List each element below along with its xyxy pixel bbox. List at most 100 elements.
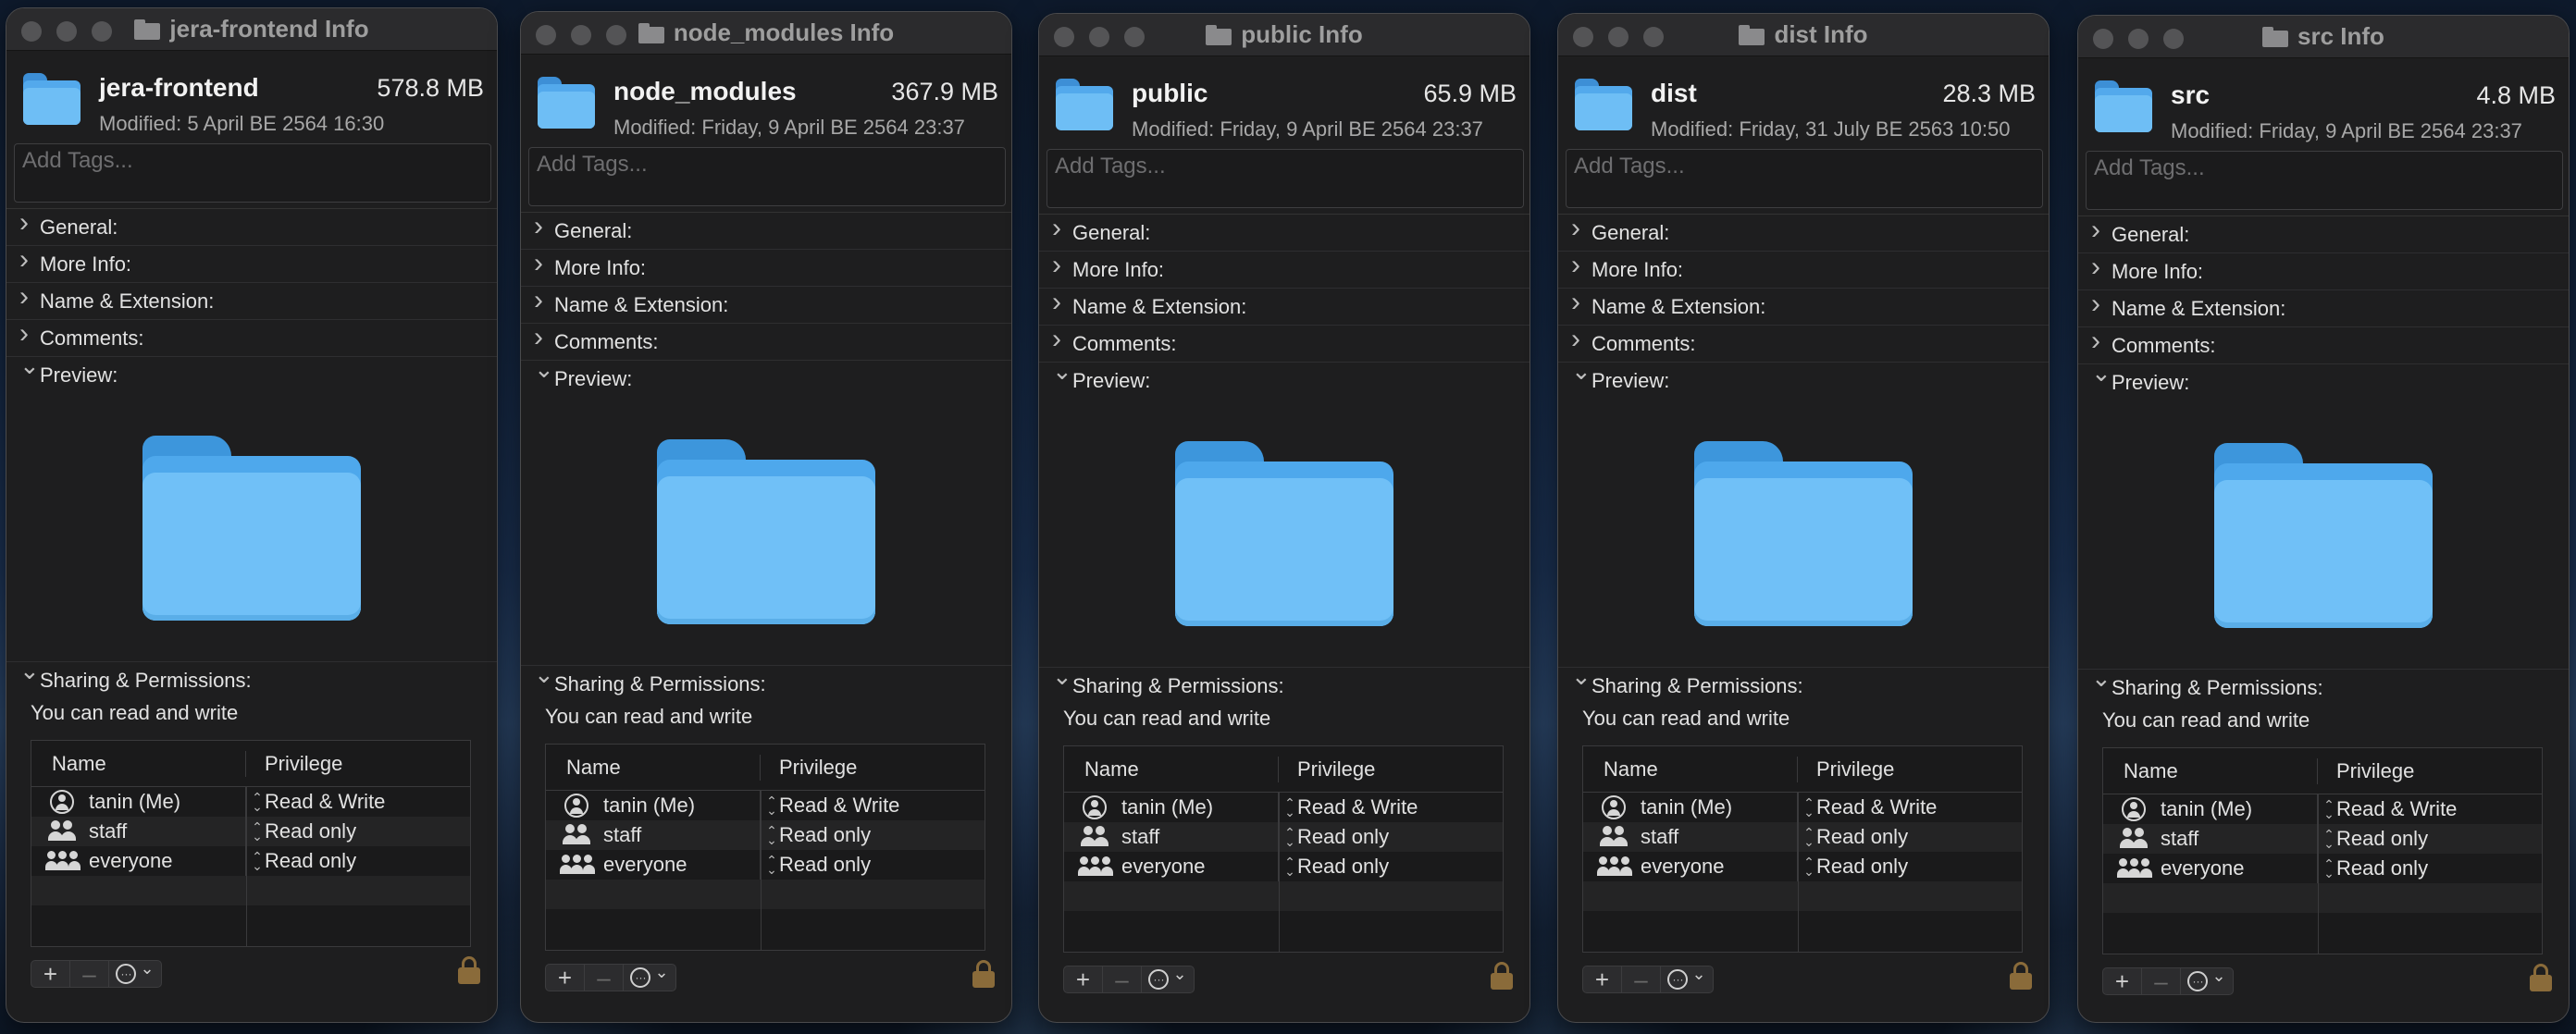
column-header-name[interactable]: Name xyxy=(31,750,246,777)
section-preview[interactable]: Preview: xyxy=(521,361,1011,398)
action-menu-button[interactable]: ··· ⌄ xyxy=(2181,966,2233,994)
tags-field[interactable]: Add Tags... xyxy=(14,143,491,203)
column-header-name[interactable]: Name xyxy=(1583,756,1798,782)
section-preview[interactable]: Preview: xyxy=(2078,364,2569,401)
minimize-button[interactable] xyxy=(1608,27,1629,47)
zoom-button[interactable] xyxy=(606,25,626,45)
privilege-popup[interactable]: ⌃ ⌄ Read only xyxy=(246,849,356,873)
section-preview[interactable]: Preview: xyxy=(6,357,497,394)
remove-user-button[interactable]: – xyxy=(70,960,109,988)
table-row[interactable]: tanin (Me) ⌃ ⌄ Read & Write xyxy=(1064,793,1503,822)
tags-field[interactable]: Add Tags... xyxy=(1566,149,2043,208)
lock-icon[interactable] xyxy=(2010,962,2032,990)
privilege-popup[interactable]: ⌃ ⌄ Read & Write xyxy=(1279,795,1418,819)
section-preview[interactable]: Preview: xyxy=(1558,363,2049,400)
section-more-info[interactable]: More Info: xyxy=(2078,253,2569,290)
privilege-popup[interactable]: ⌃ ⌄ Read & Write xyxy=(1798,795,1937,819)
privilege-popup[interactable]: ⌃ ⌄ Read only xyxy=(1279,825,1389,849)
action-menu-button[interactable]: ··· ⌄ xyxy=(1142,965,1194,992)
section-sharing-permissions[interactable]: Sharing & Permissions: xyxy=(6,662,497,699)
column-header-privilege[interactable]: Privilege xyxy=(2318,759,2414,783)
privilege-popup[interactable]: ⌃ ⌄ Read & Write xyxy=(2318,797,2457,821)
minimize-button[interactable] xyxy=(571,25,591,45)
lock-icon[interactable] xyxy=(1491,962,1513,990)
close-button[interactable] xyxy=(21,21,42,42)
minimize-button[interactable] xyxy=(1089,27,1109,47)
column-header-privilege[interactable]: Privilege xyxy=(246,752,342,776)
title-bar[interactable]: jera-frontend Info xyxy=(6,8,497,51)
section-comments[interactable]: Comments: xyxy=(6,320,497,357)
section-general[interactable]: General: xyxy=(6,209,497,246)
close-button[interactable] xyxy=(1054,27,1074,47)
table-row[interactable]: tanin (Me) ⌃ ⌄ Read & Write xyxy=(546,791,985,820)
table-row[interactable]: tanin (Me) ⌃ ⌄ Read & Write xyxy=(31,787,470,817)
minimize-button[interactable] xyxy=(56,21,77,42)
section-general[interactable]: General: xyxy=(2078,216,2569,253)
zoom-button[interactable] xyxy=(2163,29,2184,49)
column-header-name[interactable]: Name xyxy=(2103,757,2318,784)
section-general[interactable]: General: xyxy=(521,213,1011,250)
section-more-info[interactable]: More Info: xyxy=(6,246,497,283)
section-sharing-permissions[interactable]: Sharing & Permissions: xyxy=(1039,668,1530,705)
action-menu-button[interactable]: ··· ⌄ xyxy=(109,959,161,987)
section-comments[interactable]: Comments: xyxy=(1558,326,2049,363)
section-sharing-permissions[interactable]: Sharing & Permissions: xyxy=(1558,668,2049,705)
section-comments[interactable]: Comments: xyxy=(1039,326,1530,363)
add-user-button[interactable]: + xyxy=(546,964,585,991)
table-row[interactable]: tanin (Me) ⌃ ⌄ Read & Write xyxy=(1583,793,2022,822)
section-more-info[interactable]: More Info: xyxy=(1558,252,2049,289)
section-general[interactable]: General: xyxy=(1558,215,2049,252)
tags-field[interactable]: Add Tags... xyxy=(2086,151,2563,210)
zoom-button[interactable] xyxy=(1124,27,1145,47)
table-row[interactable]: everyone ⌃ ⌄ Read only xyxy=(1064,852,1503,881)
privilege-popup[interactable]: ⌃ ⌄ Read only xyxy=(2318,827,2428,851)
section-sharing-permissions[interactable]: Sharing & Permissions: xyxy=(521,666,1011,703)
section-name-extension[interactable]: Name & Extension: xyxy=(1558,289,2049,326)
close-button[interactable] xyxy=(536,25,556,45)
column-header-privilege[interactable]: Privilege xyxy=(761,756,857,780)
minimize-button[interactable] xyxy=(2128,29,2149,49)
table-row[interactable]: staff ⌃ ⌄ Read only xyxy=(1064,822,1503,852)
table-row[interactable]: everyone ⌃ ⌄ Read only xyxy=(31,846,470,876)
table-row[interactable]: staff ⌃ ⌄ Read only xyxy=(546,820,985,850)
zoom-button[interactable] xyxy=(92,21,112,42)
action-menu-button[interactable]: ··· ⌄ xyxy=(1661,965,1713,992)
section-name-extension[interactable]: Name & Extension: xyxy=(6,283,497,320)
section-comments[interactable]: Comments: xyxy=(521,324,1011,361)
table-row[interactable]: staff ⌃ ⌄ Read only xyxy=(2103,824,2542,854)
table-row[interactable]: staff ⌃ ⌄ Read only xyxy=(1583,822,2022,852)
table-row[interactable]: everyone ⌃ ⌄ Read only xyxy=(1583,852,2022,881)
privilege-popup[interactable]: ⌃ ⌄ Read & Write xyxy=(246,790,385,814)
privilege-popup[interactable]: ⌃ ⌄ Read only xyxy=(761,853,871,877)
add-user-button[interactable]: + xyxy=(31,960,70,988)
section-name-extension[interactable]: Name & Extension: xyxy=(2078,290,2569,327)
close-button[interactable] xyxy=(2093,29,2113,49)
table-row[interactable]: tanin (Me) ⌃ ⌄ Read & Write xyxy=(2103,794,2542,824)
action-menu-button[interactable]: ··· ⌄ xyxy=(624,963,675,991)
privilege-popup[interactable]: ⌃ ⌄ Read only xyxy=(761,823,871,847)
tags-field[interactable]: Add Tags... xyxy=(528,147,1006,206)
section-name-extension[interactable]: Name & Extension: xyxy=(521,287,1011,324)
remove-user-button[interactable]: – xyxy=(2142,967,2181,995)
lock-icon[interactable] xyxy=(2530,964,2552,991)
section-name-extension[interactable]: Name & Extension: xyxy=(1039,289,1530,326)
privilege-popup[interactable]: ⌃ ⌄ Read & Write xyxy=(761,794,899,818)
privilege-popup[interactable]: ⌃ ⌄ Read only xyxy=(1798,825,1908,849)
privilege-popup[interactable]: ⌃ ⌄ Read only xyxy=(1279,855,1389,879)
section-general[interactable]: General: xyxy=(1039,215,1530,252)
table-row[interactable]: staff ⌃ ⌄ Read only xyxy=(31,817,470,846)
add-user-button[interactable]: + xyxy=(1583,966,1622,993)
zoom-button[interactable] xyxy=(1643,27,1664,47)
section-more-info[interactable]: More Info: xyxy=(521,250,1011,287)
column-header-name[interactable]: Name xyxy=(546,754,761,781)
remove-user-button[interactable]: – xyxy=(585,964,624,991)
section-more-info[interactable]: More Info: xyxy=(1039,252,1530,289)
privilege-popup[interactable]: ⌃ ⌄ Read only xyxy=(2318,856,2428,880)
table-row[interactable]: everyone ⌃ ⌄ Read only xyxy=(2103,854,2542,883)
column-header-name[interactable]: Name xyxy=(1064,756,1279,782)
title-bar[interactable]: node_modules Info xyxy=(521,12,1011,55)
section-sharing-permissions[interactable]: Sharing & Permissions: xyxy=(2078,670,2569,707)
section-preview[interactable]: Preview: xyxy=(1039,363,1530,400)
add-user-button[interactable]: + xyxy=(1064,966,1103,993)
tags-field[interactable]: Add Tags... xyxy=(1046,149,1524,208)
